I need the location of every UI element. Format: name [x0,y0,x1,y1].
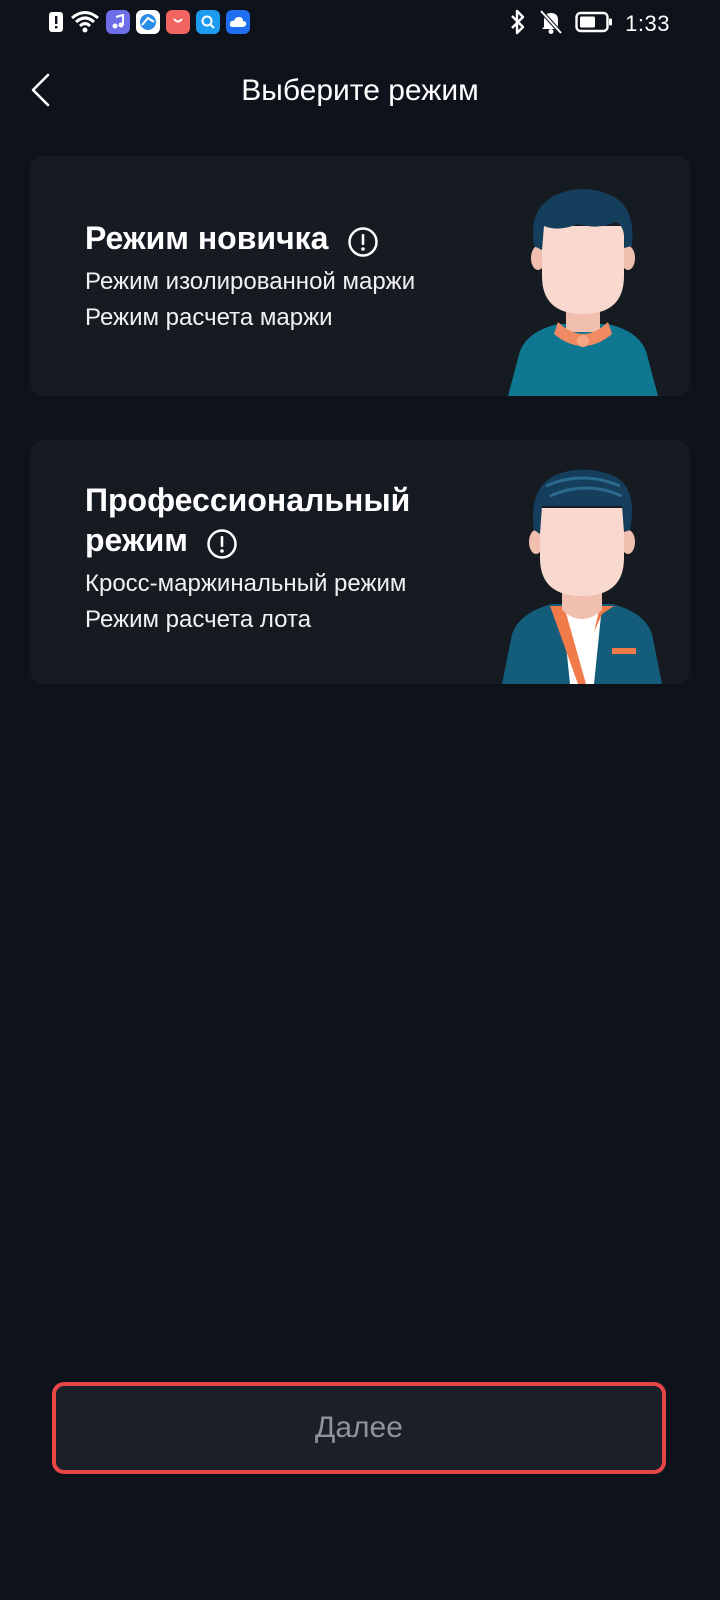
bluetooth-icon [509,9,527,40]
professional-mode-title-line-2: режим [85,522,188,558]
beginner-mode-title: Режим новичка [85,220,329,256]
search-app-icon [196,10,220,34]
music-app-icon [106,10,130,34]
beginner-mode-line-1: Режим изолированной маржи [85,268,416,295]
clock: 1:33 [625,11,670,36]
beginner-avatar-illustration [508,186,658,396]
professional-mode-title-line-1: Профессиональный [85,482,411,518]
beginner-mode-description: Режим изолированной маржи Режим расчета … [85,264,415,336]
status-right-icons: 1:33 [509,9,670,40]
beginner-mode-title-row: Режим новичка [85,218,379,261]
professional-mode-line-2: Режим расчета лота [85,606,312,633]
shop-app-icon [166,10,190,34]
muted-bell-icon [539,9,563,40]
next-button[interactable]: Далее [52,1382,666,1474]
status-left-icons [48,10,250,34]
page-title: Выберите режим [241,74,479,107]
next-button-label: Далее [315,1411,403,1444]
beginner-mode-line-2: Режим расчета маржи [85,304,333,331]
beginner-mode-card[interactable]: Режим новичка Режим изолированной маржи … [30,156,690,396]
header: Выберите режим [0,60,720,124]
professional-mode-line-1: Кросс-маржинальный режим [85,570,407,597]
browser-app-icon [136,10,160,34]
battery-icon [575,11,613,38]
status-bar: 1:33 [0,0,720,48]
professional-avatar-illustration [502,464,662,684]
info-icon[interactable] [206,528,238,560]
professional-mode-title-row: Профессиональный режим [85,480,410,563]
professional-mode-description: Кросс-маржинальный режим Режим расчета л… [85,566,406,638]
professional-mode-card[interactable]: Профессиональный режим Кросс-маржинальны… [30,440,690,684]
info-icon[interactable] [347,226,379,258]
wifi-icon [70,10,100,34]
cloud-app-icon [226,10,250,34]
alert-icon [48,10,64,34]
mode-selection-screen: 1:33 Выберите режим Режим новичка Режим … [0,0,720,1600]
